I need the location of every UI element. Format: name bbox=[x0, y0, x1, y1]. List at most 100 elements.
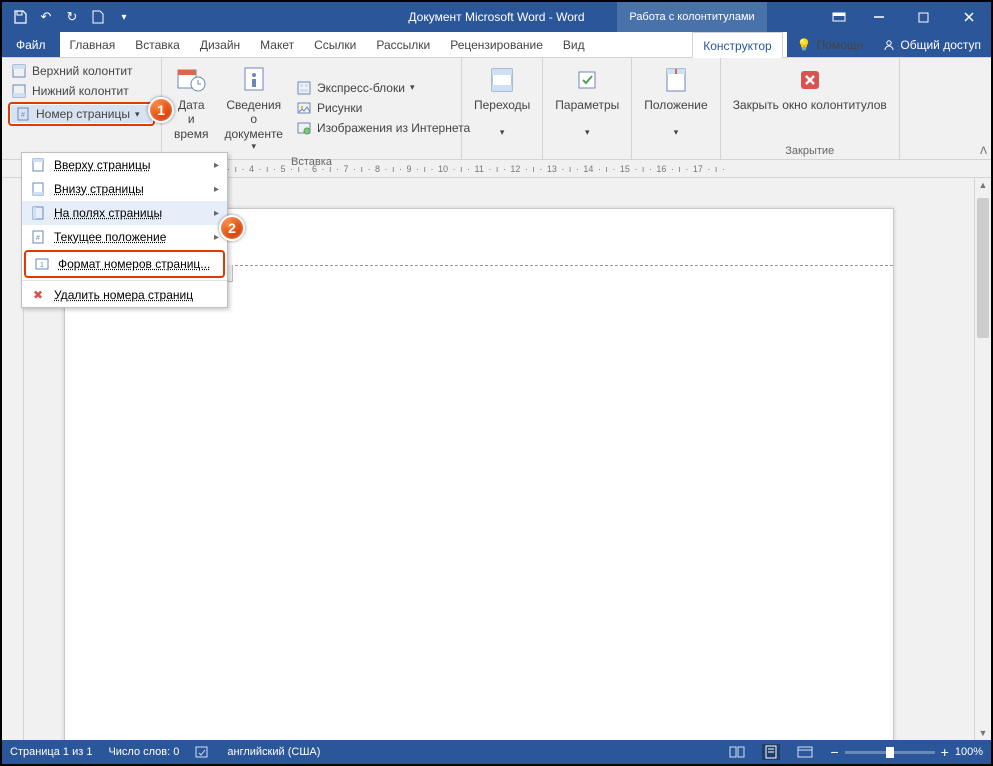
chevron-right-icon: ▸ bbox=[214, 184, 219, 195]
options-button[interactable]: Параметры▾ bbox=[549, 62, 625, 143]
page-number-icon: # bbox=[15, 106, 31, 122]
group-insert: Дата и время Сведения о документе▾ Экспр… bbox=[162, 58, 462, 159]
maximize-button[interactable] bbox=[901, 2, 946, 32]
quick-parts-button[interactable]: Экспресс-блоки▾ bbox=[293, 79, 473, 97]
options-icon bbox=[571, 64, 603, 96]
tab-design[interactable]: Дизайн bbox=[190, 32, 250, 57]
print-layout-icon[interactable] bbox=[762, 744, 780, 760]
save-icon[interactable] bbox=[12, 9, 28, 25]
collapse-ribbon-icon[interactable]: ᐱ bbox=[980, 146, 987, 157]
minimize-button[interactable] bbox=[856, 2, 901, 32]
dd-page-margins[interactable]: На полях страницы ▸ bbox=[22, 201, 227, 225]
share-button[interactable]: Общий доступ bbox=[873, 32, 991, 57]
page-bottom-icon bbox=[30, 181, 46, 197]
chevron-right-icon: ▸ bbox=[214, 232, 219, 243]
group-label-close: Закрытие bbox=[727, 143, 893, 157]
dd-format-page-numbers[interactable]: 1 Формат номеров страниц... bbox=[24, 250, 225, 278]
tab-mailings[interactable]: Рассылки bbox=[366, 32, 440, 57]
quick-parts-icon bbox=[296, 80, 312, 96]
tab-designer[interactable]: Конструктор bbox=[692, 32, 782, 58]
format-numbers-icon: 1 bbox=[34, 256, 50, 272]
group-options: Параметры▾ bbox=[543, 58, 632, 159]
zoom-in-button[interactable]: + bbox=[941, 744, 949, 760]
zoom-out-button[interactable]: − bbox=[830, 744, 838, 760]
zoom-slider[interactable] bbox=[845, 751, 935, 754]
tab-insert[interactable]: Вставка bbox=[125, 32, 190, 57]
undo-icon[interactable]: ↶ bbox=[38, 9, 54, 25]
scrollbar-thumb[interactable] bbox=[977, 198, 989, 338]
tab-file[interactable]: Файл bbox=[2, 32, 60, 57]
lightbulb-icon: 💡 bbox=[797, 38, 812, 52]
doc-info-button[interactable]: Сведения о документе▾ bbox=[218, 62, 289, 154]
zoom-slider-knob[interactable] bbox=[886, 747, 894, 758]
online-pictures-button[interactable]: Изображения из Интернета bbox=[293, 119, 473, 137]
scroll-up-icon[interactable]: ▲ bbox=[975, 180, 991, 190]
dd-remove-page-numbers[interactable]: ✖ Удалить номера страниц bbox=[22, 283, 227, 307]
tab-home[interactable]: Главная bbox=[60, 32, 126, 57]
new-doc-icon[interactable] bbox=[90, 9, 106, 25]
contextual-tab-label: Работа с колонтитулами bbox=[617, 2, 767, 32]
ribbon-tabs: Файл Главная Вставка Дизайн Макет Ссылки… bbox=[2, 32, 991, 58]
status-language[interactable]: английский (США) bbox=[227, 746, 320, 758]
footer-icon bbox=[11, 83, 27, 99]
web-layout-icon[interactable] bbox=[796, 744, 814, 760]
date-time-button[interactable]: Дата и время bbox=[168, 62, 214, 154]
svg-text:1: 1 bbox=[40, 262, 44, 269]
status-page[interactable]: Страница 1 из 1 bbox=[10, 746, 92, 758]
footer-button[interactable]: Нижний колонтит bbox=[8, 82, 155, 100]
read-mode-icon[interactable] bbox=[728, 744, 746, 760]
tab-layout[interactable]: Макет bbox=[250, 32, 304, 57]
header-icon bbox=[11, 63, 27, 79]
tell-me[interactable]: 💡 Помощн bbox=[787, 32, 874, 57]
callout-badge-1: 1 bbox=[148, 97, 174, 123]
quick-access-toolbar: ↶ ↻ ▾ bbox=[2, 9, 142, 25]
title-bar: ↶ ↻ ▾ Документ Microsoft Word - Word Раб… bbox=[2, 2, 991, 32]
current-position-icon: # bbox=[30, 229, 46, 245]
close-icon bbox=[794, 64, 826, 96]
position-icon bbox=[660, 64, 692, 96]
page-top-icon bbox=[30, 157, 46, 173]
tab-review[interactable]: Рецензирование bbox=[440, 32, 553, 57]
status-word-count[interactable]: Число слов: 0 bbox=[108, 746, 179, 758]
group-close: Закрыть окно колонтитулов Закрытие bbox=[721, 58, 900, 159]
spellcheck-icon[interactable] bbox=[195, 745, 211, 759]
dd-current-position[interactable]: # Текущее положение ▸ bbox=[22, 225, 227, 249]
dd-top-of-page[interactable]: Вверху страницы ▸ bbox=[22, 153, 227, 177]
page-number-button[interactable]: # Номер страницы ▾ bbox=[8, 102, 155, 126]
position-button[interactable]: Положение▾ bbox=[638, 62, 713, 143]
qat-customize-icon[interactable]: ▾ bbox=[116, 9, 132, 25]
chevron-right-icon: ▸ bbox=[214, 208, 219, 219]
window-title: Документ Microsoft Word - Word bbox=[408, 10, 584, 24]
share-icon bbox=[883, 39, 895, 51]
redo-icon[interactable]: ↻ bbox=[64, 9, 80, 25]
chevron-right-icon: ▸ bbox=[214, 160, 219, 171]
close-header-footer-button[interactable]: Закрыть окно колонтитулов bbox=[727, 62, 893, 143]
zoom-level[interactable]: 100% bbox=[955, 746, 983, 758]
tab-references[interactable]: Ссылки bbox=[304, 32, 366, 57]
chevron-down-icon: ▾ bbox=[135, 109, 140, 120]
group-position: Положение▾ bbox=[632, 58, 720, 159]
zoom-controls: − + 100% bbox=[830, 744, 983, 760]
online-pictures-icon bbox=[296, 120, 312, 136]
svg-text:#: # bbox=[36, 235, 40, 242]
header-button[interactable]: Верхний колонтит bbox=[8, 62, 155, 80]
goto-icon bbox=[486, 64, 518, 96]
dd-bottom-of-page[interactable]: Внизу страницы ▸ bbox=[22, 177, 227, 201]
app-window: ↶ ↻ ▾ Документ Microsoft Word - Word Раб… bbox=[0, 0, 993, 766]
group-navigation: Переходы▾ bbox=[462, 58, 543, 159]
window-buttons bbox=[821, 2, 991, 32]
vertical-scrollbar[interactable]: ▲ ▼ bbox=[974, 178, 991, 740]
remove-numbers-icon: ✖ bbox=[30, 287, 46, 303]
ribbon-options-icon[interactable] bbox=[821, 2, 856, 32]
tab-view[interactable]: Вид bbox=[553, 32, 595, 57]
page-number-dropdown: Вверху страницы ▸ Внизу страницы ▸ На по… bbox=[21, 152, 228, 308]
scroll-down-icon[interactable]: ▼ bbox=[975, 728, 991, 738]
date-time-icon bbox=[175, 64, 207, 96]
pictures-button[interactable]: Рисунки bbox=[293, 99, 473, 117]
svg-text:#: # bbox=[21, 112, 25, 119]
close-button[interactable] bbox=[946, 2, 991, 32]
callout-badge-2: 2 bbox=[219, 215, 245, 241]
doc-info-icon bbox=[238, 64, 270, 96]
goto-button[interactable]: Переходы▾ bbox=[468, 62, 536, 143]
pictures-icon bbox=[296, 100, 312, 116]
